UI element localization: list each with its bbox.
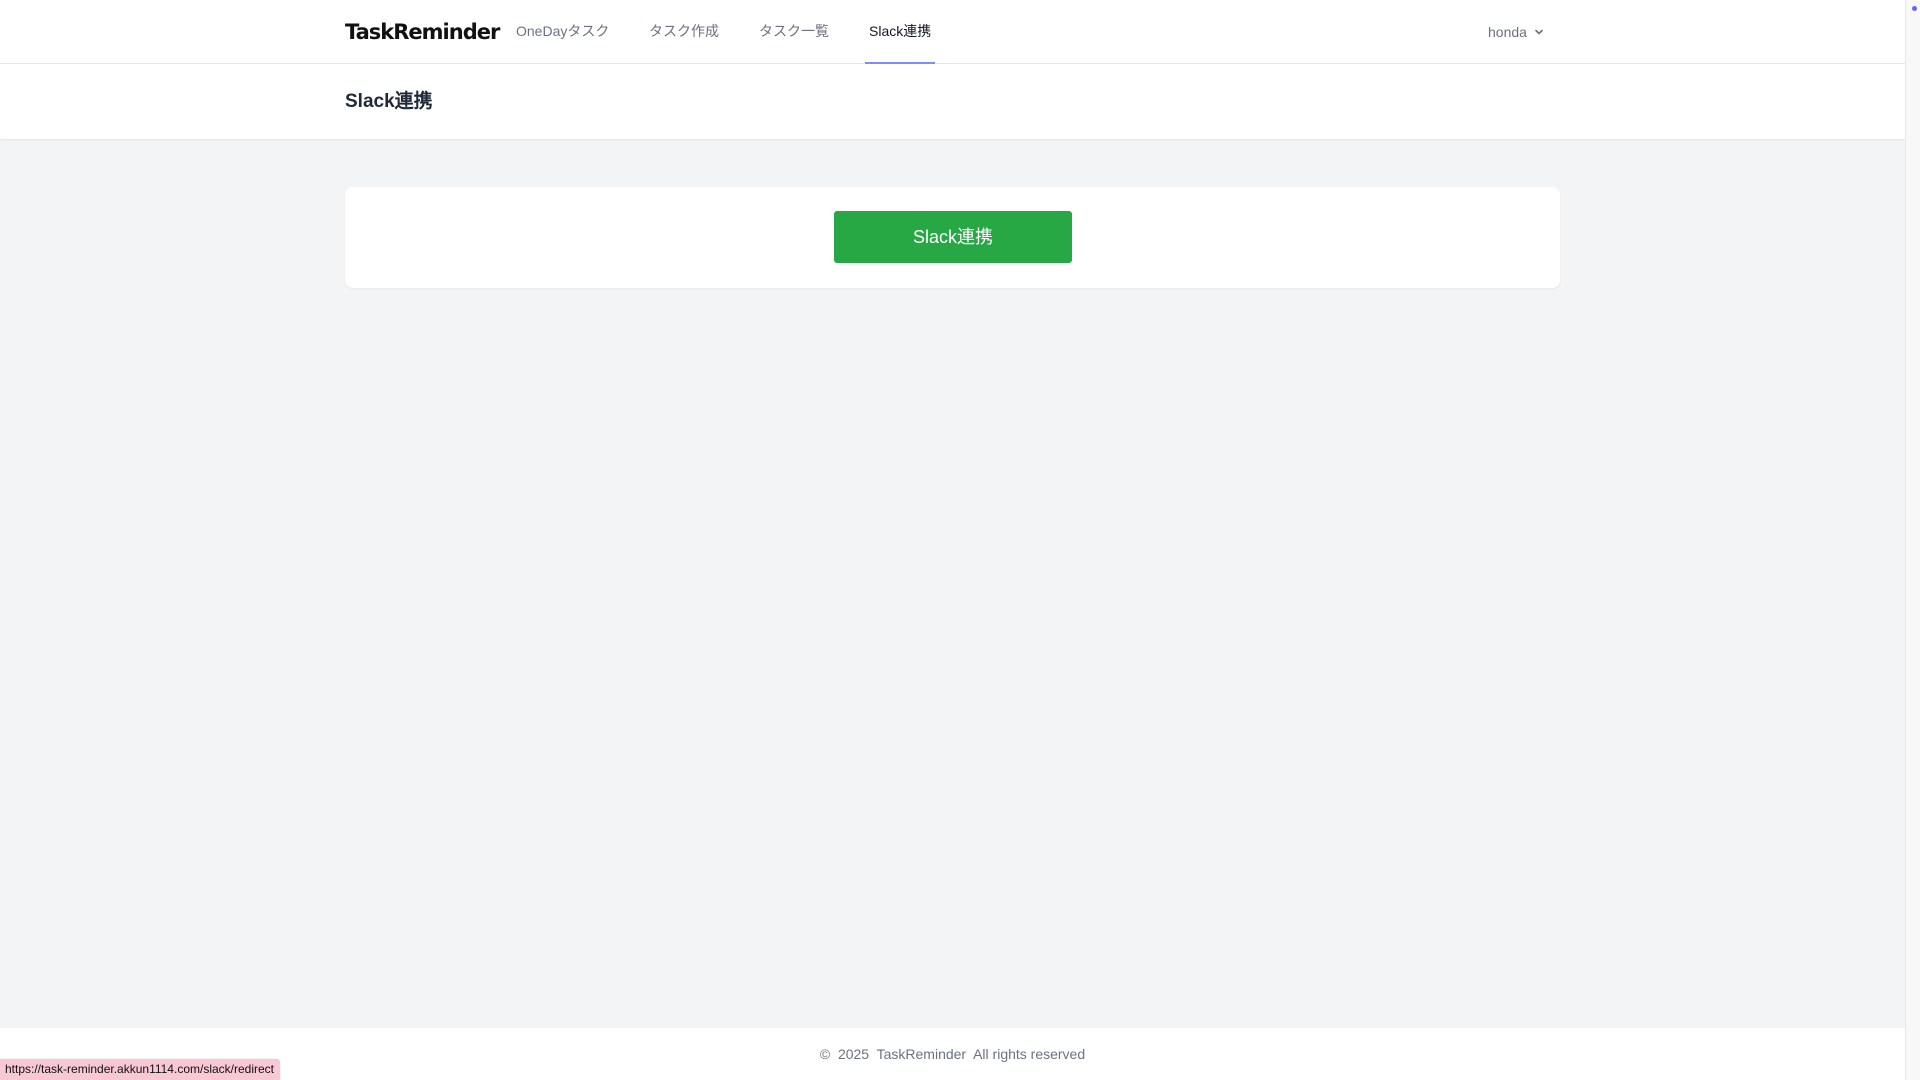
nav-item-slack-integration[interactable]: Slack連携 — [865, 0, 936, 64]
slack-integration-card: Slack連携 — [345, 187, 1560, 288]
scroll-indicator-dot — [1912, 6, 1917, 11]
link-status-bar: https://task-reminder.akkun1114.com/slac… — [0, 1059, 281, 1080]
user-name: honda — [1488, 24, 1527, 40]
page-header: Slack連携 — [0, 64, 1905, 139]
page: TaskReminder OneDayタスク タスク作成 タスク一覧 Slack… — [0, 0, 1905, 1080]
footer: © 2025 TaskReminder All rights reserved — [0, 1028, 1905, 1080]
chevron-down-icon — [1534, 27, 1544, 37]
app-logo[interactable]: TaskReminder — [345, 19, 500, 45]
nav-item-oneday-tasks[interactable]: OneDayタスク — [516, 0, 609, 64]
nav-item-task-list[interactable]: タスク一覧 — [759, 0, 829, 64]
page-title: Slack連携 — [345, 91, 433, 112]
nav-item-create-task[interactable]: タスク作成 — [649, 0, 719, 64]
slack-connect-button[interactable]: Slack連携 — [834, 211, 1072, 263]
footer-copyright: © 2025 TaskReminder All rights reserved — [819, 1046, 1086, 1062]
user-menu[interactable]: honda — [1488, 21, 1544, 43]
vertical-scrollbar[interactable] — [1905, 0, 1920, 1080]
top-navigation: TaskReminder OneDayタスク タスク作成 タスク一覧 Slack… — [0, 0, 1905, 64]
